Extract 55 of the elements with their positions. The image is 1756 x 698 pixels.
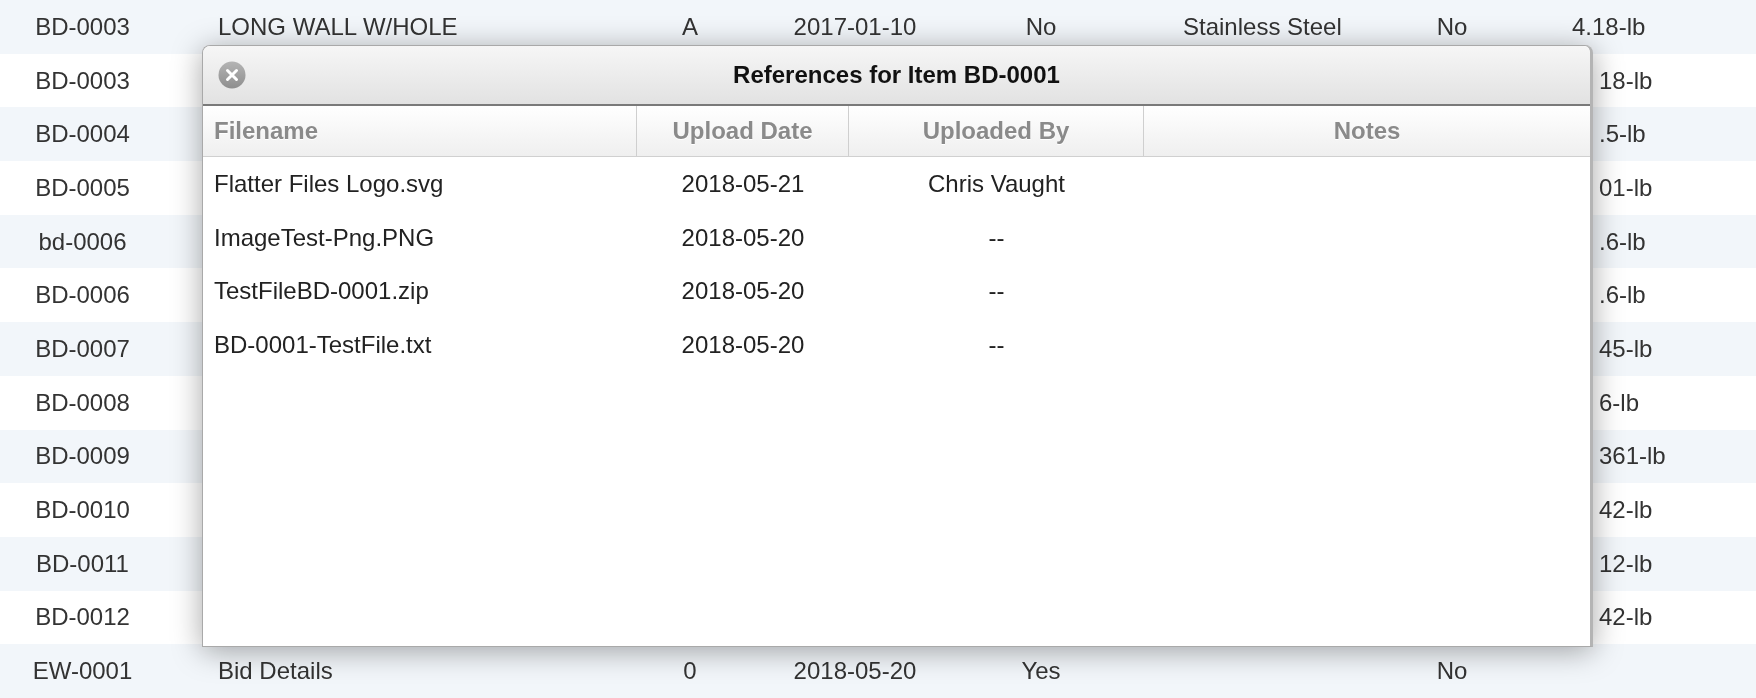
weight-text: 4.18-lb [1572,12,1646,40]
column-header[interactable]: Notes [1144,106,1590,156]
yes-no-text: No [1436,657,1468,685]
id-text: BD-0006 [35,281,130,309]
column-header[interactable]: Uploaded By [849,106,1144,156]
column-header[interactable]: Upload Date [637,106,849,156]
weight-text: 361-lb [1599,442,1666,470]
letter-text: 0 [683,657,697,685]
date-text: 2018-05-20 [681,223,805,251]
id-text: BD-0012 [35,603,130,631]
uploader-text: -- [988,223,1005,251]
id-text: BD-0005 [35,173,130,201]
date-text: 2018-05-20 [793,657,917,685]
yes-no-text: No [1025,12,1057,40]
id-text: BD-0003 [35,66,130,94]
yes-no-text: No [1436,12,1468,40]
id-text: BD-0011 [36,549,129,577]
name-text: LONG WALL W/HOLE [218,12,458,40]
id-text: EW-0001 [32,657,133,685]
id-text: BD-0008 [35,388,130,416]
weight-text: .6-lb [1599,227,1646,255]
weight-text: 18-lb [1599,66,1653,94]
weight-text: .5-lb [1599,120,1646,148]
id-text: BD-0009 [35,442,130,470]
filename-text: Flatter Files Logo.svg [214,169,444,197]
id-text: bd-0006 [38,227,127,255]
uploader-text: -- [988,277,1005,305]
weight-text: .6-lb [1599,281,1646,309]
weight-text: 42-lb [1599,496,1653,524]
date-text: 2018-05-21 [681,169,805,197]
weight-text: 45-lb [1599,334,1653,362]
material-text: Stainless Steel [1183,12,1342,40]
yes-no-text: Yes [1021,657,1061,685]
filename-text: BD-0001-TestFile.txt [214,330,432,358]
filename-text: ImageTest-Png.PNG [214,223,435,251]
weight-text: 12-lb [1599,549,1653,577]
name-text: Bid Details [218,657,333,685]
weight-text: 01-lb [1599,173,1653,201]
close-button[interactable] [218,61,246,89]
id-text: BD-0003 [35,12,130,40]
date-text: 2018-05-20 [681,330,805,358]
uploader-text: Chris Vaught [928,169,1065,197]
date-text: 2017-01-10 [793,12,917,40]
id-text: BD-0004 [35,120,130,148]
filename-text: TestFileBD-0001.zip [214,277,429,305]
uploader-text: -- [988,330,1005,358]
dialog-title: References for Item BD-0001 [733,61,1060,89]
column-header[interactable]: Filename [203,106,637,156]
letter-text: A [682,12,698,40]
weight-text: 42-lb [1599,603,1653,631]
id-text: BD-0007 [35,334,130,362]
weight-text: 6-lb [1599,388,1640,416]
close-icon [218,61,246,89]
date-text: 2018-05-20 [681,277,805,305]
id-text: BD-0010 [35,496,130,524]
